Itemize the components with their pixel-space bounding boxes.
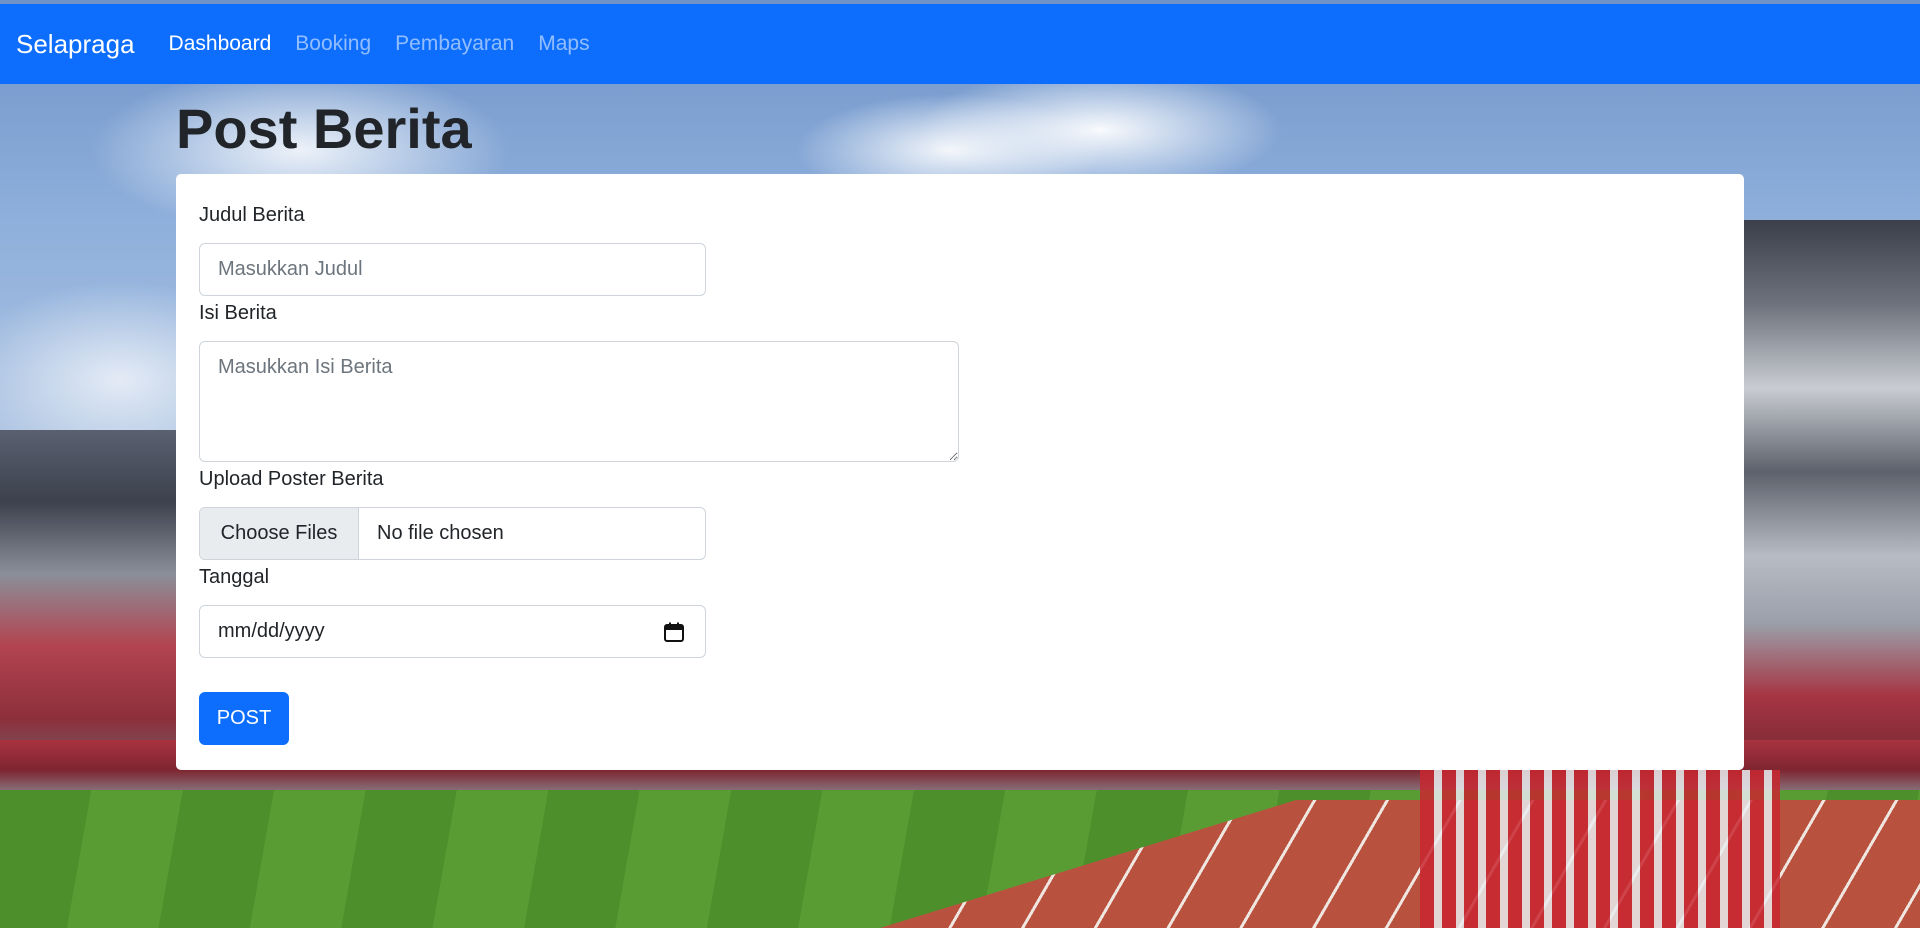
post-button[interactable]: POST	[199, 692, 289, 745]
nav-link-maps[interactable]: Maps	[538, 32, 589, 56]
nav-link-pembayaran[interactable]: Pembayaran	[395, 32, 514, 56]
navbar: Selapraga Dashboard Booking Pembayaran M…	[0, 4, 1920, 84]
nav-link-booking[interactable]: Booking	[295, 32, 371, 56]
choose-files-button[interactable]: Choose Files	[200, 508, 359, 559]
tanggal-date-input[interactable]: mm/dd/yyyy	[199, 605, 706, 658]
player-bench	[1420, 770, 1780, 928]
file-input[interactable]: Choose Files No file chosen	[199, 507, 706, 560]
page-title: Post Berita	[176, 97, 472, 160]
navbar-brand[interactable]: Selapraga	[16, 29, 135, 60]
left-stand	[0, 430, 200, 790]
judul-input[interactable]	[199, 243, 706, 296]
calendar-icon[interactable]	[663, 621, 685, 643]
upload-label: Upload Poster Berita	[199, 468, 384, 490]
post-form-card: Judul Berita Isi Berita Upload Poster Be…	[176, 174, 1744, 770]
isi-label: Isi Berita	[199, 302, 277, 324]
date-value: mm/dd/yyyy	[218, 620, 325, 642]
nav-link-dashboard[interactable]: Dashboard	[169, 32, 272, 56]
isi-textarea[interactable]	[199, 341, 959, 462]
file-status-text: No file chosen	[377, 522, 504, 544]
judul-label: Judul Berita	[199, 204, 305, 226]
tanggal-label: Tanggal	[199, 566, 270, 588]
right-stand	[1730, 220, 1920, 780]
